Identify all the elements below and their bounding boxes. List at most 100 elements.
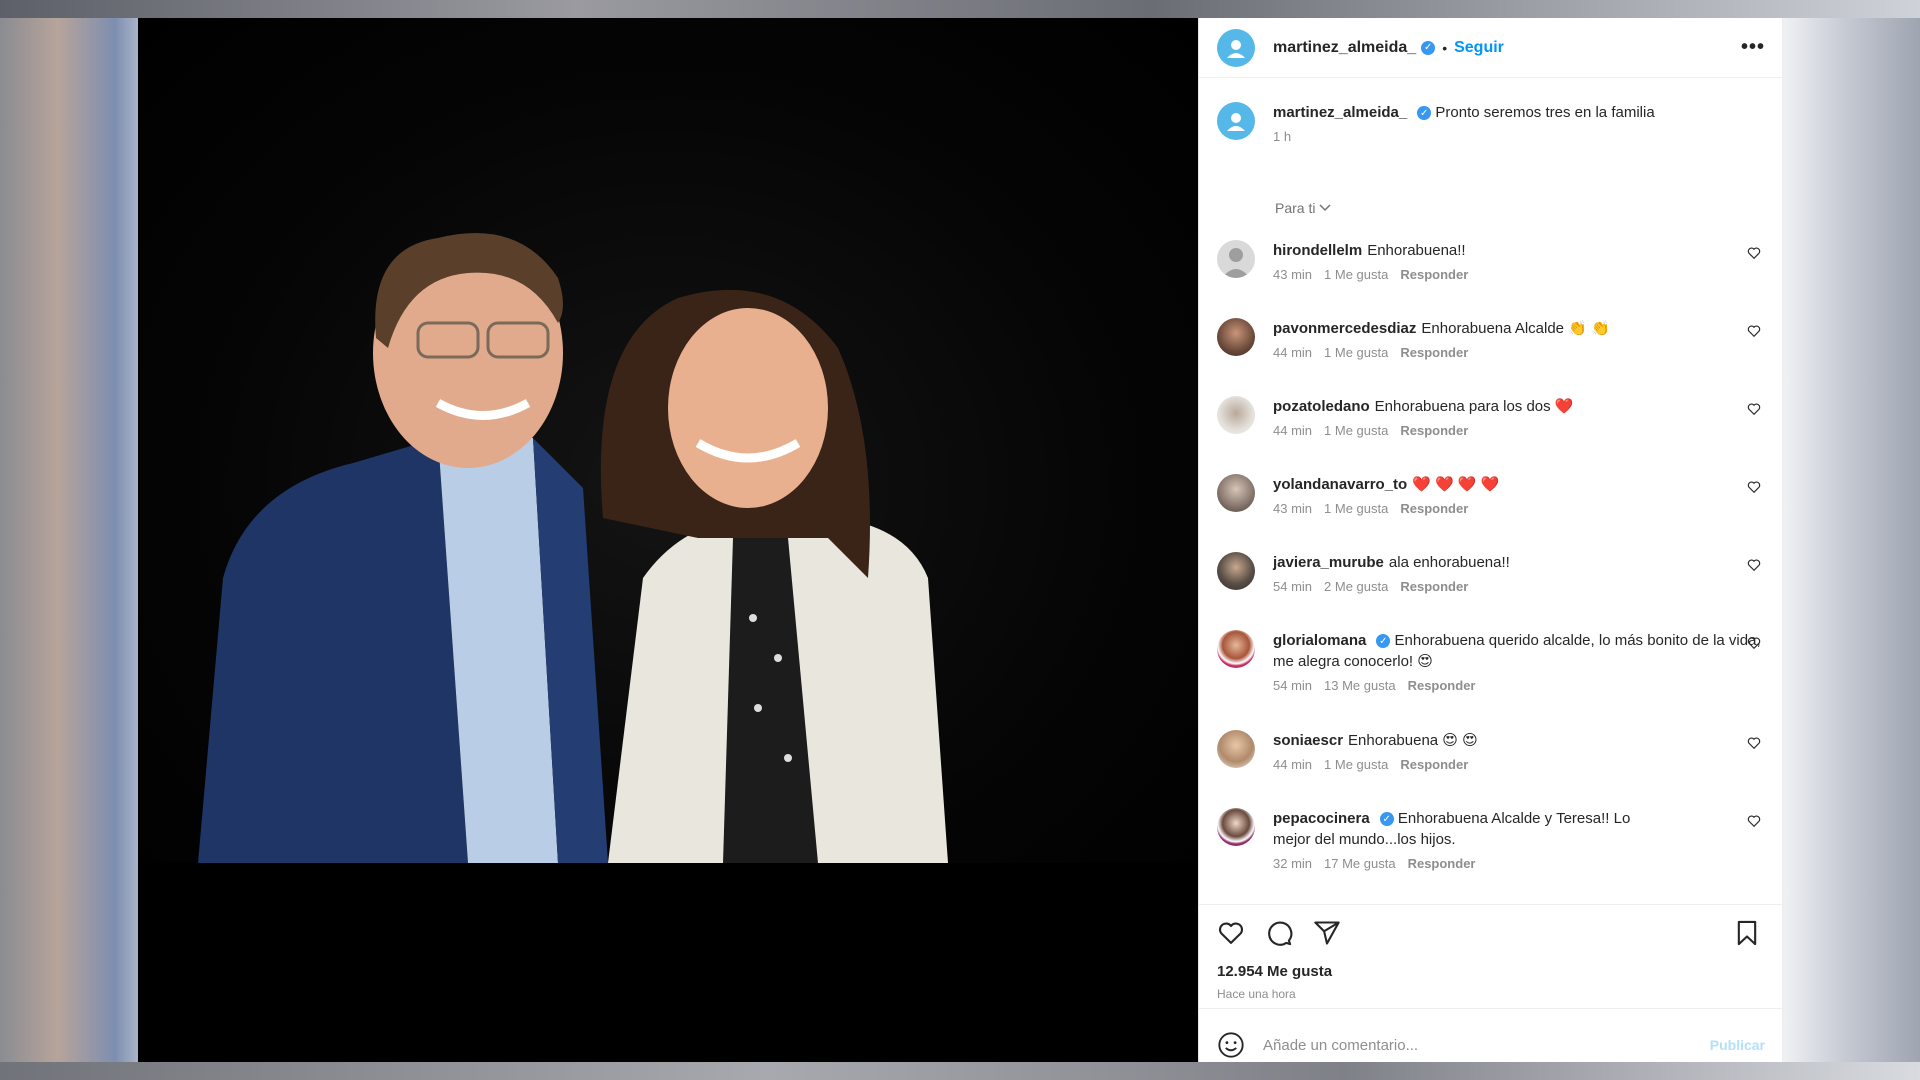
post-caption: martinez_almeida_ ✓ Pronto seremos tres e… — [1217, 102, 1767, 144]
comment-avatar[interactable] — [1217, 474, 1255, 512]
comment-username[interactable]: pepacocinera — [1273, 810, 1370, 827]
heart-small-icon[interactable] — [1747, 736, 1761, 750]
verified-badge-icon: ✓ — [1417, 106, 1432, 121]
person-icon — [1227, 113, 1245, 131]
post-photo — [138, 18, 1198, 863]
comment-avatar[interactable] — [1217, 396, 1255, 434]
comment-text: Enhorabuena 😍 😍 — [1348, 732, 1478, 749]
comment-username[interactable]: yolandanavarro_to — [1273, 476, 1407, 493]
verified-badge-icon: ✓ — [1376, 634, 1391, 649]
comment-text: ala enhorabuena!! — [1388, 554, 1510, 571]
comment-time: 43 min — [1273, 267, 1313, 282]
comment-item: glorialomana ✓ Enhorabuena querido alcald… — [1217, 630, 1767, 693]
comments-list[interactable]: martinez_almeida_ ✓ Pronto seremos tres e… — [1199, 78, 1783, 904]
emoji-icon[interactable] — [1217, 1031, 1245, 1059]
comment-avatar[interactable] — [1217, 630, 1255, 668]
reply-button[interactable]: Responder — [1400, 345, 1468, 360]
backdrop-top-strip — [0, 0, 1920, 18]
reply-button[interactable]: Responder — [1400, 501, 1468, 516]
likes-count[interactable]: 12.954 Me gusta — [1217, 963, 1332, 980]
reply-button[interactable]: Responder — [1400, 757, 1468, 772]
comment-likes[interactable]: 1 Me gusta — [1324, 757, 1388, 772]
comment-likes[interactable]: 13 Me gusta — [1324, 678, 1396, 693]
heart-small-icon[interactable] — [1747, 814, 1761, 828]
heart-small-icon[interactable] — [1747, 636, 1761, 650]
person-icon — [1227, 39, 1245, 58]
comment-icon[interactable] — [1265, 919, 1293, 947]
post-media[interactable] — [138, 18, 1198, 1062]
comment-filter-dropdown[interactable]: Para ti — [1275, 200, 1331, 216]
comment-likes[interactable]: 2 Me gusta — [1324, 579, 1388, 594]
author-avatar[interactable] — [1217, 28, 1255, 67]
comment-item: javiera_murube ala enhorabuena!! 54 min 2 … — [1217, 552, 1767, 594]
share-icon[interactable] — [1313, 919, 1341, 947]
separator-dot: • — [1442, 39, 1448, 56]
comment-username[interactable]: glorialomana — [1273, 632, 1366, 649]
comment-text: Enhorabuena!! — [1367, 242, 1466, 259]
comment-avatar[interactable] — [1217, 318, 1255, 356]
caption-time: 1 h — [1273, 129, 1292, 144]
like-icon[interactable] — [1217, 919, 1245, 947]
comment-item: pavonmercedesdiaz Enhorabuena Alcalde 👏 👏… — [1217, 318, 1767, 360]
publish-button[interactable]: Publicar — [1710, 1037, 1765, 1053]
comment-likes[interactable]: 17 Me gusta — [1324, 856, 1396, 871]
reply-button[interactable]: Responder — [1400, 579, 1468, 594]
comment-likes[interactable]: 1 Me gusta — [1324, 267, 1388, 282]
post-header: martinez_almeida_ ✓ • Seguir ••• — [1199, 18, 1783, 78]
comment-item: yolandanavarro_to ❤️ ❤️ ❤️ ❤️ 43 min 1 Me … — [1217, 474, 1767, 516]
comment-time: 54 min — [1273, 579, 1313, 594]
comment-avatar[interactable] — [1217, 240, 1255, 278]
follow-button[interactable]: Seguir — [1454, 39, 1504, 57]
chevron-down-icon — [1319, 204, 1331, 212]
comment-avatar[interactable] — [1217, 730, 1255, 768]
reply-button[interactable]: Responder — [1408, 678, 1476, 693]
heart-small-icon[interactable] — [1747, 558, 1761, 572]
verified-badge-icon: ✓ — [1379, 812, 1394, 827]
heart-small-icon[interactable] — [1747, 324, 1761, 338]
comment-item: soniaescr Enhorabuena 😍 😍 44 min 1 Me gust… — [1217, 730, 1767, 772]
more-options-icon[interactable]: ••• — [1741, 36, 1765, 59]
comment-likes[interactable]: 1 Me gusta — [1324, 501, 1388, 516]
caption-text: Pronto seremos tres en la familia — [1435, 104, 1655, 121]
post-side-panel: martinez_almeida_ ✓ • Seguir ••• martine… — [1198, 18, 1783, 1062]
comment-time: 43 min — [1273, 501, 1313, 516]
heart-small-icon[interactable] — [1747, 402, 1761, 416]
comment-avatar[interactable] — [1217, 808, 1255, 846]
comment-time: 32 min — [1273, 856, 1313, 871]
post-timestamp: Hace una hora — [1217, 987, 1296, 1001]
comment-item: hirondellelm Enhorabuena!! 43 min 1 Me gus… — [1217, 240, 1767, 282]
filter-label: Para ti — [1275, 200, 1316, 216]
comment-input[interactable] — [1263, 1036, 1683, 1054]
default-avatar-icon — [1222, 248, 1250, 278]
reply-button[interactable]: Responder — [1400, 423, 1468, 438]
backdrop-bottom-strip — [0, 1062, 1920, 1080]
heart-small-icon[interactable] — [1747, 246, 1761, 260]
comment-item: pozatoledano Enhorabuena para los dos ❤️ … — [1217, 396, 1767, 438]
comment-time: 54 min — [1273, 678, 1313, 693]
caption-username[interactable]: martinez_almeida_ — [1273, 104, 1407, 121]
couple-photo-illustration — [198, 233, 948, 863]
comment-username[interactable]: pavonmercedesdiaz — [1273, 320, 1416, 337]
comment-username[interactable]: pozatoledano — [1273, 398, 1370, 415]
comment-likes[interactable]: 1 Me gusta — [1324, 345, 1388, 360]
comment-text: Enhorabuena Alcalde 👏 👏 — [1421, 320, 1610, 337]
bookmark-icon[interactable] — [1733, 919, 1761, 947]
heart-small-icon[interactable] — [1747, 480, 1761, 494]
comment-username[interactable]: javiera_murube — [1273, 554, 1384, 571]
post-actions-bar: 12.954 Me gusta Hace una hora — [1199, 904, 1783, 1044]
comment-text: ❤️ ❤️ ❤️ ❤️ — [1412, 476, 1500, 493]
comment-time: 44 min — [1273, 345, 1313, 360]
comment-avatar[interactable] — [1217, 552, 1255, 590]
add-comment-bar: Publicar — [1199, 1028, 1783, 1062]
reply-button[interactable]: Responder — [1408, 856, 1476, 871]
comment-likes[interactable]: 1 Me gusta — [1324, 423, 1388, 438]
reply-button[interactable]: Responder — [1400, 267, 1468, 282]
verified-badge-icon: ✓ — [1421, 40, 1436, 55]
author-username[interactable]: martinez_almeida_ — [1273, 39, 1416, 57]
comment-username[interactable]: soniaescr — [1273, 732, 1343, 749]
comment-username[interactable]: hirondellelm — [1273, 242, 1362, 259]
comment-item: pepacocinera ✓ Enhorabuena Alcalde y Tere… — [1217, 808, 1767, 871]
divider — [1199, 1008, 1783, 1009]
caption-avatar[interactable] — [1217, 102, 1255, 140]
comment-time: 44 min — [1273, 757, 1313, 772]
